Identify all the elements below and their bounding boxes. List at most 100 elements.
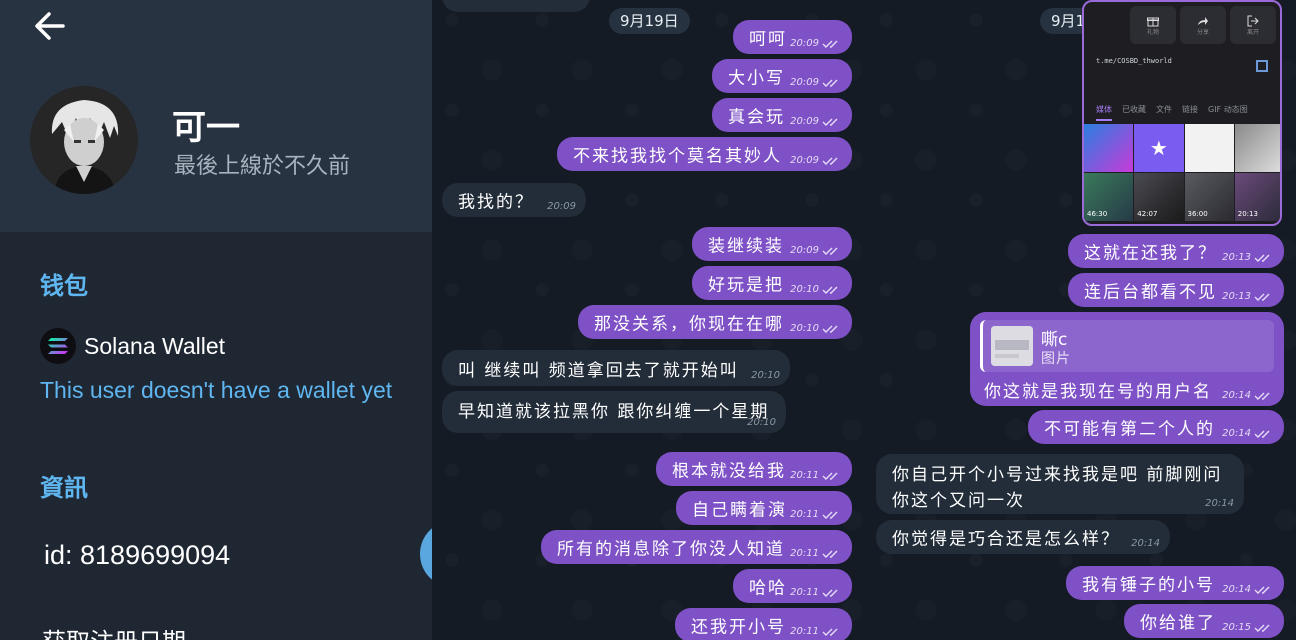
message-bubble[interactable]: 自己瞒着演 20:11	[676, 491, 852, 525]
reply-preview[interactable]: 嘶c 图片	[980, 320, 1274, 372]
message-meta: 20:11	[790, 626, 842, 637]
message-bubble[interactable]: 你自己开个小号过来找我是吧 前脚刚问 你这个又问一次 20:14	[876, 454, 1244, 514]
message-text: 你自己开个小号过来找我是吧 前脚刚问	[892, 465, 1223, 485]
avatar[interactable]	[30, 86, 138, 194]
tab-files[interactable]: 文件	[1156, 104, 1172, 121]
media-grid: ★ 46:30 42:07 36:00 20:13	[1084, 124, 1280, 221]
media-thumb[interactable]	[1184, 124, 1234, 172]
wallet-row[interactable]: Solana Wallet	[40, 328, 225, 364]
message-bubble[interactable]: 不可能有第二个人的 20:14	[1028, 410, 1284, 444]
double-check-icon	[822, 286, 838, 294]
message-text: 你这个又问一次	[892, 491, 1025, 511]
message-meta: 20:14	[1222, 428, 1274, 439]
message-meta: 20:13	[1222, 252, 1274, 263]
message-bubble[interactable]: 早知道就该拉黑你 跟你纠缠一个星期 20:10	[442, 391, 786, 433]
info-section-title: 資訊	[40, 474, 88, 502]
message-bubble-with-reply[interactable]: 嘶c 图片 你这就是我现在号的用户名 20:14	[970, 312, 1284, 406]
double-check-icon	[1254, 430, 1270, 438]
message-bubble[interactable]: 呵呵 20:09	[733, 20, 852, 54]
message-meta: 20:10	[790, 284, 842, 295]
photo-thumbnail	[991, 326, 1033, 366]
back-button[interactable]	[30, 8, 70, 44]
message-text: 叫 继续叫 频道拿回去了就开始叫	[458, 361, 739, 381]
message-meta: 20:09	[547, 201, 576, 212]
message-bubble[interactable]: 叫 继续叫 频道拿回去了就开始叫 20:10	[442, 350, 790, 386]
message-bubble[interactable]: 真会玩 20:09	[712, 98, 852, 132]
message-bubble[interactable]: 所有的消息除了你没人知道 20:11	[541, 530, 852, 564]
last-seen-status: 最後上線於不久前	[174, 154, 351, 179]
media-thumb[interactable]: 46:30	[1084, 173, 1134, 221]
message-text: 不来找我找个莫名其妙人	[573, 146, 782, 167]
qr-code-icon[interactable]	[1256, 60, 1268, 72]
message-text: 好玩是把	[708, 275, 784, 296]
double-check-icon	[1254, 293, 1270, 301]
message-bubble[interactable]: 你觉得是巧合还是怎么样？ 20:14	[876, 520, 1170, 554]
tab-media[interactable]: 媒体	[1096, 104, 1112, 121]
message-text: 所有的消息除了你没人知道	[557, 539, 785, 560]
message-text: 早知道就该拉黑你 跟你纠缠一个星期	[458, 402, 770, 422]
message-meta: 20:10	[751, 370, 780, 381]
message-bubble[interactable]: 装继续装 20:09	[692, 227, 852, 261]
message-meta: 20:14	[1222, 584, 1274, 595]
date-chip: 9月19日	[609, 8, 690, 34]
message-bubble[interactable]: 连后台都看不见 20:13	[1068, 273, 1284, 307]
message-meta: 20:09	[790, 38, 842, 49]
leave-icon[interactable]: 离开	[1230, 6, 1276, 44]
message-bubble[interactable]: 根本就没给我 20:11	[656, 452, 852, 486]
double-check-icon	[822, 157, 838, 165]
message-bubble[interactable]: 好玩是把 20:10	[692, 266, 852, 300]
message-meta: 20:14	[1205, 498, 1234, 509]
double-check-icon	[1254, 586, 1270, 594]
message-meta: 20:11	[790, 470, 842, 481]
channel-link[interactable]: t.me/COSBD_thworld	[1096, 57, 1172, 65]
message-meta: 20:14	[1131, 538, 1160, 549]
double-check-icon	[822, 628, 838, 636]
message-meta: 20:10	[790, 323, 842, 334]
message-meta: 20:09	[790, 77, 842, 88]
message-bubble[interactable]: 大小写 20:09	[712, 59, 852, 93]
star-icon[interactable]: ★	[1134, 124, 1184, 172]
profile-panel: 可一 最後上線於不久前 钱包 Solana Wallet This user d…	[0, 0, 432, 640]
registration-date-label: 获取注册日期	[42, 622, 186, 640]
message-meta: 20:09	[790, 116, 842, 127]
message-text: 你觉得是巧合还是怎么样？	[892, 529, 1120, 550]
gift-icon[interactable]: 礼物	[1130, 6, 1176, 44]
message-meta: 20:11	[790, 548, 842, 559]
media-actions: 礼物 分享 离开	[1088, 6, 1276, 46]
message-text: 真会玩	[728, 107, 785, 128]
media-thumb[interactable]: 36:00	[1184, 173, 1234, 221]
double-check-icon	[822, 118, 838, 126]
double-check-icon	[822, 589, 838, 597]
message-bubble[interactable]	[442, 0, 590, 12]
message-text: 我有锤子的小号	[1082, 575, 1215, 596]
tab-saved[interactable]: 已收藏	[1122, 104, 1146, 121]
media-thumb[interactable]	[1234, 124, 1280, 172]
message-bubble[interactable]: 这就在还我了？ 20:13	[1068, 234, 1284, 268]
message-meta: 20:09	[790, 245, 842, 256]
message-bubble[interactable]: 还我开小号 20:11	[675, 608, 852, 640]
message-meta: 20:09	[790, 155, 842, 166]
media-thumb[interactable]: 42:07	[1134, 173, 1184, 221]
message-bubble[interactable]: 我有锤子的小号 20:14	[1066, 566, 1284, 600]
media-panel-screenshot[interactable]: 礼物 分享 离开 t.me/COSBD_thworld 媒体 已收藏 文件 链接…	[1082, 0, 1282, 226]
message-bubble[interactable]: 哈哈 20:11	[733, 569, 852, 603]
message-text: 我找的？	[458, 192, 534, 213]
message-bubble[interactable]: 你给谁了 20:15	[1124, 604, 1284, 638]
message-bubble[interactable]: 我找的？ 20:09	[442, 183, 586, 217]
message-bubble[interactable]: 那没关系，你现在在哪 20:10	[578, 305, 852, 339]
tab-links[interactable]: 链接	[1182, 104, 1198, 121]
message-text: 自己瞒着演	[692, 500, 787, 521]
media-thumb[interactable]	[1084, 124, 1134, 172]
media-thumb[interactable]: 20:13	[1234, 173, 1280, 221]
share-icon[interactable]: 分享	[1180, 6, 1226, 44]
double-check-icon	[822, 511, 838, 519]
double-check-icon	[1254, 392, 1270, 400]
tab-gif[interactable]: GIF 动态图	[1208, 104, 1248, 121]
user-id[interactable]: id: 8189699094	[44, 540, 230, 571]
message-text: 装继续装	[708, 236, 784, 257]
message-meta: 20:14	[1222, 390, 1274, 401]
message-bubble[interactable]: 不来找我找个莫名其妙人 20:09	[557, 137, 852, 171]
message-text: 不可能有第二个人的	[1044, 419, 1215, 440]
double-check-icon	[822, 472, 838, 480]
message-meta: 20:11	[790, 587, 842, 598]
